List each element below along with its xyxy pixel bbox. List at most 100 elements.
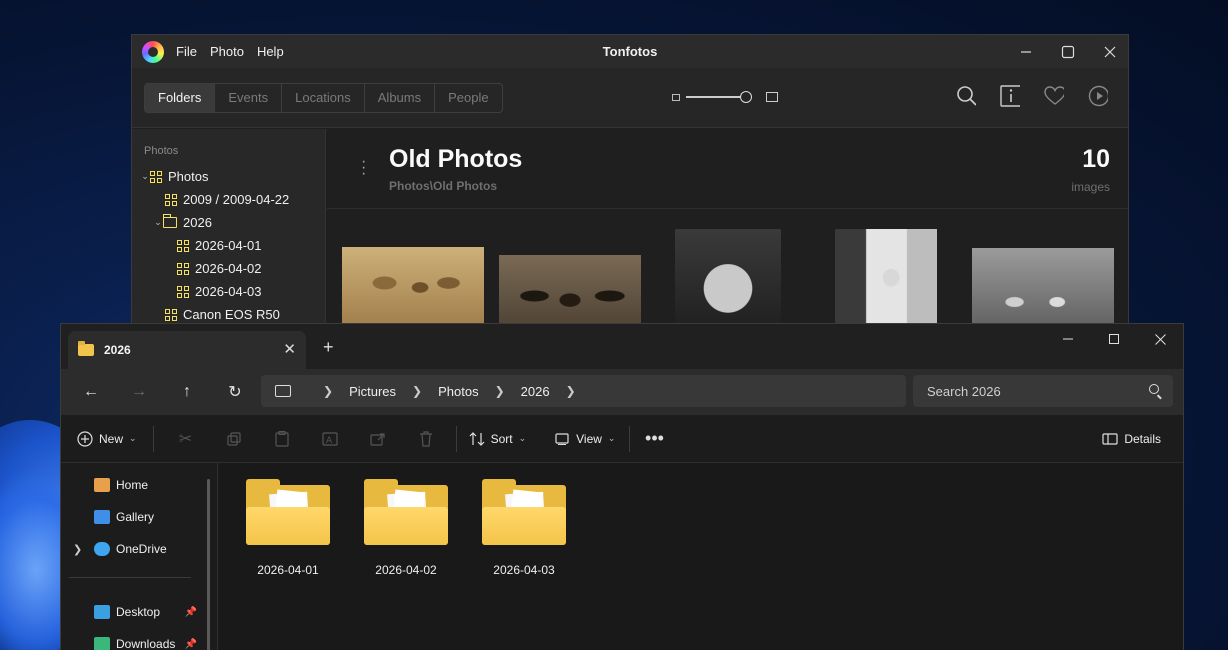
explorer-file-view: 2026-04-01 2026-04-02 2026-04-03 <box>219 463 1183 650</box>
photo-thumbnail[interactable] <box>342 247 484 333</box>
chevron-down-icon[interactable]: ⌄ <box>153 217 163 228</box>
explorer-navigation-pane: Home Gallery ❯ OneDrive Desktop 📌 Downlo… <box>61 463 218 650</box>
explorer-tab[interactable]: 2026 ✕ <box>68 331 306 369</box>
chevron-right-icon[interactable]: ❯ <box>323 384 333 398</box>
view-label: View <box>576 431 602 446</box>
breadcrumb-pictures[interactable]: Pictures <box>349 384 396 399</box>
photo-thumbnail[interactable] <box>972 248 1114 333</box>
nav-item-label: Gallery <box>116 510 155 524</box>
chevron-right-icon[interactable]: ❯ <box>73 543 82 556</box>
search-icon[interactable] <box>956 85 976 107</box>
forward-arrow-icon[interactable]: → <box>121 377 157 407</box>
breadcrumb-photos[interactable]: Photos <box>438 384 478 399</box>
tree-node-2026-04-02[interactable]: 2026-04-02 <box>132 257 325 280</box>
close-icon[interactable] <box>1137 324 1183 354</box>
view-icon <box>554 431 570 447</box>
home-icon <box>94 478 110 492</box>
tab-events[interactable]: Events <box>214 83 281 112</box>
search-input[interactable]: Search 2026 <box>913 375 1173 407</box>
new-button[interactable]: New ⌄ <box>77 430 137 447</box>
menu-help[interactable]: Help <box>257 44 284 59</box>
chevron-down-icon: ⌄ <box>129 433 137 443</box>
nav-item-downloads[interactable]: Downloads 📌 <box>61 628 217 650</box>
chevron-right-icon[interactable]: ❯ <box>412 384 422 398</box>
tree-node-label: 2026 <box>183 215 212 230</box>
minimize-icon[interactable] <box>1016 42 1036 62</box>
share-icon[interactable] <box>369 431 386 447</box>
new-tab-icon[interactable]: + <box>323 337 334 358</box>
nav-item-gallery[interactable]: Gallery <box>61 501 217 533</box>
chevron-down-icon[interactable]: ⌄ <box>140 171 150 182</box>
rename-icon[interactable]: A <box>321 431 338 447</box>
chevron-right-icon[interactable]: ❯ <box>495 384 505 398</box>
command-bar: New ⌄ ✂ A Sort ⌄ View ⌄ ••• Details <box>61 415 1183 463</box>
nav-item-desktop[interactable]: Desktop 📌 <box>61 596 217 628</box>
nav-item-home[interactable]: Home <box>61 469 217 501</box>
search-icon <box>1149 384 1159 394</box>
tree-node-2026[interactable]: ⌄ 2026 <box>132 211 325 234</box>
maximize-icon[interactable] <box>1091 324 1137 354</box>
details-pane-icon <box>1102 431 1118 447</box>
tree-node-2009[interactable]: 2009 / 2009-04-22 <box>132 188 325 211</box>
paste-icon[interactable] <box>274 430 290 447</box>
folder-icon <box>78 341 94 356</box>
copy-icon[interactable] <box>226 431 242 447</box>
slider-handle[interactable] <box>740 91 752 103</box>
sort-button[interactable]: Sort ⌄ <box>469 431 526 447</box>
tree-node-label: Canon EOS R50 <box>183 307 280 322</box>
details-button[interactable]: Details <box>1102 431 1161 447</box>
tab-people[interactable]: People <box>434 83 501 112</box>
more-options-icon[interactable]: ••• <box>644 428 664 448</box>
back-arrow-icon[interactable]: ← <box>73 377 109 407</box>
slideshow-play-icon[interactable] <box>1088 85 1108 107</box>
folder-item[interactable]: 2026-04-01 <box>243 479 333 577</box>
this-pc-icon <box>275 385 291 397</box>
photo-thumbnail[interactable] <box>675 229 781 333</box>
cut-icon[interactable]: ✂ <box>178 431 194 448</box>
navigation-buttons: ← → ↑ ↻ <box>73 377 253 407</box>
maximize-icon[interactable] <box>1058 42 1078 62</box>
heart-icon[interactable] <box>1044 85 1064 107</box>
thumbnail-size-slider[interactable] <box>686 91 752 103</box>
pin-icon[interactable]: 📌 <box>185 607 197 618</box>
nav-item-onedrive[interactable]: ❯ OneDrive <box>61 533 217 565</box>
chevron-down-icon: ⌄ <box>607 433 616 443</box>
nav-item-label: Desktop <box>116 605 161 619</box>
info-icon[interactable] <box>1000 85 1020 107</box>
tree-node-2026-04-03[interactable]: 2026-04-03 <box>132 280 325 303</box>
refresh-icon[interactable]: ↻ <box>217 377 253 407</box>
photo-thumbnail[interactable] <box>835 229 937 333</box>
tonfotos-titlebar: File Photo Help Tonfotos <box>132 35 1128 68</box>
pin-icon[interactable]: 📌 <box>185 639 197 650</box>
album-grid-icon <box>177 262 189 275</box>
view-button[interactable]: View ⌄ <box>554 431 615 447</box>
more-options-icon[interactable]: · · · <box>361 154 366 182</box>
tree-node-photos[interactable]: ⌄ Photos <box>132 165 325 188</box>
folder-icon <box>162 214 177 228</box>
tonfotos-toolbar: Folders Events Locations Albums People <box>132 68 1128 128</box>
minimize-icon[interactable] <box>1045 324 1091 354</box>
nav-scrollbar[interactable] <box>207 479 210 650</box>
thumbnail-grid <box>327 209 1128 333</box>
sidebar-heading: Photos <box>144 145 179 157</box>
album-title: Old Photos <box>389 145 523 173</box>
chevron-right-icon[interactable]: ❯ <box>566 384 576 398</box>
tab-folders[interactable]: Folders <box>145 83 215 112</box>
tree-node-2026-04-01[interactable]: 2026-04-01 <box>132 234 325 257</box>
tab-albums[interactable]: Albums <box>363 83 434 112</box>
folder-item[interactable]: 2026-04-02 <box>361 479 451 577</box>
close-icon[interactable] <box>1100 42 1120 62</box>
close-tab-icon[interactable]: ✕ <box>283 340 296 358</box>
image-count-label: images <box>1071 180 1110 194</box>
breadcrumb[interactable]: ❯ Pictures ❯ Photos ❯ 2026 ❯ <box>261 375 906 407</box>
explorer-tab-row: 2026 ✕ + <box>61 324 1183 369</box>
delete-icon[interactable] <box>418 430 434 447</box>
up-arrow-icon[interactable]: ↑ <box>169 377 205 407</box>
tab-locations[interactable]: Locations <box>281 83 364 112</box>
folder-item[interactable]: 2026-04-03 <box>479 479 569 577</box>
breadcrumb-2026[interactable]: 2026 <box>521 384 550 399</box>
folder-icon <box>482 479 566 545</box>
menu-file[interactable]: File <box>176 44 197 59</box>
menu-photo[interactable]: Photo <box>210 44 244 59</box>
tonfotos-menubar: File Photo Help <box>176 44 284 59</box>
